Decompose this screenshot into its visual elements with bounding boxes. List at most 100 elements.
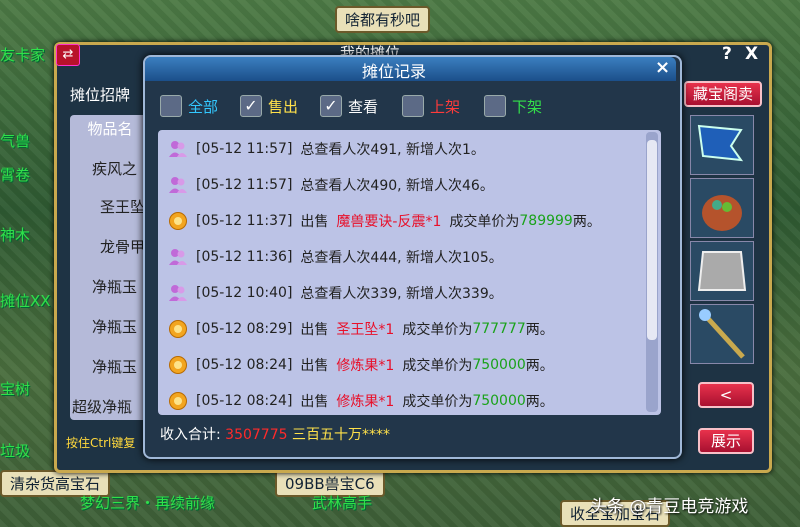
close-icon[interactable]: ×: [655, 57, 670, 78]
record-panel-title: 摊位记录: [362, 62, 427, 81]
player-tag[interactable]: 霄卷: [0, 164, 30, 185]
log-entry: [05-12 08:29] 出售 圣王坠*1 成交单价为 777777 两。: [168, 318, 554, 340]
log-time: [05-12 08:24]: [196, 357, 293, 373]
item-slot[interactable]: [690, 178, 754, 238]
watermark: 头条 @青豆电竞游戏: [590, 497, 749, 517]
overlay-text: 梦幻三界・再续前缘: [80, 494, 216, 512]
filter-label: 下架: [512, 97, 543, 116]
filter-label: 上架: [430, 97, 461, 116]
log-text: 总查看人次490, 新增人次46。: [300, 178, 494, 194]
close-icon[interactable]: X: [745, 44, 758, 64]
filter-label: 查看: [348, 97, 379, 116]
log-text: 成交单价为: [402, 322, 473, 338]
coin-icon: [169, 212, 187, 230]
coin-icon: [169, 356, 187, 374]
checkbox-icon[interactable]: [402, 95, 424, 117]
filter-viewed[interactable]: ✓ 查看: [320, 95, 378, 117]
item-entry[interactable]: 净瓶玉: [92, 316, 137, 337]
player-tag[interactable]: 神木: [0, 224, 30, 245]
sold-item: 修炼果*1: [336, 394, 395, 410]
log-text: 成交单价为: [449, 214, 520, 230]
log-time: [05-12 08:29]: [196, 321, 293, 337]
player-tag[interactable]: 宝树: [0, 378, 30, 399]
log-text: 总查看人次491, 新增人次1。: [300, 142, 485, 158]
log-text: 两。: [525, 394, 554, 410]
checkmark-icon[interactable]: ✓: [320, 95, 342, 117]
filter-all[interactable]: 全部: [160, 95, 218, 117]
log-entry: [05-12 10:40] 总查看人次339, 新增人次339。: [168, 282, 503, 304]
item-entry[interactable]: 疾风之: [92, 158, 137, 179]
item-entry[interactable]: 圣王坠: [100, 196, 145, 217]
log-time: [05-12 08:24]: [196, 393, 293, 409]
income-total-words: 三百五十万****: [291, 427, 390, 443]
income-total-value: 3507775: [225, 427, 288, 443]
filter-listed[interactable]: 上架: [402, 95, 460, 117]
prev-button[interactable]: <: [698, 382, 754, 408]
stall-sign[interactable]: 啥都有秒吧: [335, 6, 431, 33]
log-entry: [05-12 11:36] 总查看人次444, 新增人次105。: [168, 246, 503, 268]
player-tag[interactable]: 友卡家: [0, 44, 45, 65]
flag-item-icon: [697, 124, 744, 162]
log-time: [05-12 11:57]: [196, 177, 293, 193]
coin-icon: [169, 320, 187, 338]
log-scrollbar-thumb[interactable]: [647, 140, 657, 340]
checkmark-icon[interactable]: ✓: [240, 95, 262, 117]
sold-item: 修炼果*1: [336, 358, 395, 374]
log-text: 成交单价为: [402, 394, 473, 410]
stall-sign-label: 摊位招牌: [70, 86, 131, 104]
log-entry: [05-12 11:57] 总查看人次490, 新增人次46。: [168, 174, 494, 196]
item-slot[interactable]: [690, 241, 754, 301]
income-total-label: 收入合计:: [160, 427, 221, 443]
armor-item-icon: [697, 251, 747, 291]
filter-sold[interactable]: ✓ 售出: [240, 95, 298, 117]
log-text: 出售: [300, 214, 329, 230]
item-entry[interactable]: 净瓶玉: [92, 356, 137, 377]
log-time: [05-12 11:57]: [196, 141, 293, 157]
income-total: 收入合计: 3507775 三百五十万****: [160, 424, 390, 444]
log-entry: [05-12 11:57] 总查看人次491, 新增人次1。: [168, 138, 485, 160]
log-text: 两。: [525, 322, 554, 338]
log-time: [05-12 11:37]: [196, 213, 293, 229]
toggle-arrows-icon[interactable]: ⇄: [56, 44, 80, 66]
log-time: [05-12 10:40]: [196, 285, 293, 301]
help-icon[interactable]: ?: [722, 44, 732, 64]
player-tag[interactable]: 垃圾: [0, 440, 30, 461]
checkbox-icon[interactable]: [484, 95, 506, 117]
log-text: 两。: [572, 214, 601, 230]
sold-item: 圣王坠*1: [336, 322, 395, 338]
log-entry: [05-12 08:24] 出售 修炼果*1 成交单价为 750000 两。: [168, 354, 554, 376]
sale-price: 750000: [472, 357, 526, 373]
sale-price: 750000: [472, 393, 526, 409]
filter-delisted[interactable]: 下架: [484, 95, 542, 117]
filter-label: 售出: [268, 97, 299, 116]
visitors-icon: [169, 177, 187, 193]
log-text: 总查看人次444, 新增人次105。: [300, 250, 503, 266]
player-tag[interactable]: 气兽: [0, 130, 30, 151]
visitors-icon: [169, 249, 187, 265]
player-tag[interactable]: 摊位XX: [0, 290, 51, 311]
sold-item: 魔兽要诀-反震*1: [336, 214, 442, 230]
item-entry[interactable]: 净瓶玉: [92, 276, 137, 297]
visitors-icon: [169, 141, 187, 157]
log-text: 两。: [525, 358, 554, 374]
bag-item-icon: [702, 195, 742, 231]
item-entry[interactable]: 超级净瓶: [72, 396, 132, 417]
log-time: [05-12 11:36]: [196, 249, 293, 265]
record-log: [05-12 11:57] 总查看人次491, 新增人次1。 [05-12 11…: [158, 130, 661, 415]
log-text: 出售: [300, 358, 329, 374]
ctrl-hint: 按住Ctrl键复: [66, 436, 136, 450]
item-slot[interactable]: [690, 304, 754, 364]
log-text: 总查看人次339, 新增人次339。: [300, 286, 503, 302]
log-entry: [05-12 11:37] 出售 魔兽要诀-反震*1 成交单价为 789999 两。: [168, 210, 601, 232]
sale-price: 777777: [472, 321, 526, 337]
filter-label: 全部: [188, 97, 219, 116]
overlay-text: 武林高手: [312, 494, 373, 512]
checkbox-icon[interactable]: [160, 95, 182, 117]
treasure-pavilion-button[interactable]: 藏宝阁卖: [684, 81, 762, 107]
item-entry[interactable]: 龙骨甲: [100, 236, 145, 257]
item-list-header: 物品名: [87, 120, 133, 138]
log-text: 成交单价为: [402, 358, 473, 374]
item-slot[interactable]: [690, 115, 754, 175]
show-button[interactable]: 展示: [698, 428, 754, 454]
staff-item-icon: [699, 309, 745, 359]
